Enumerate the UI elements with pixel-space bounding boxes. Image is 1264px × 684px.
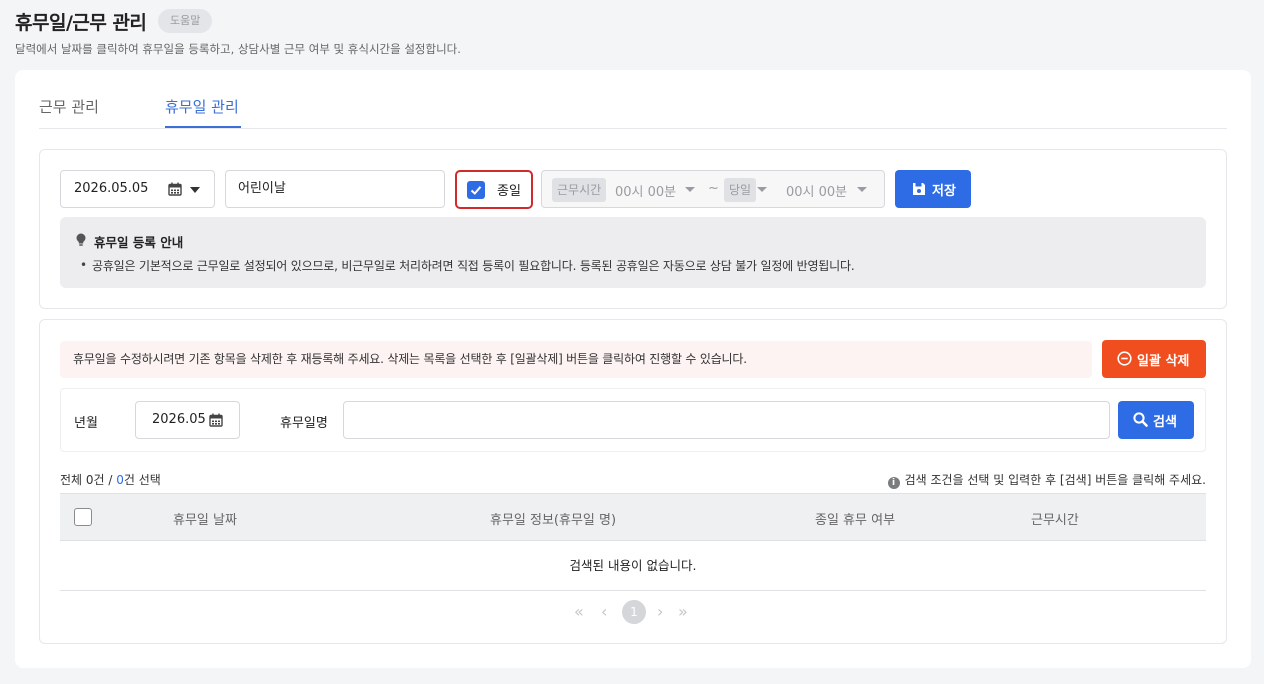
prev-page-icon[interactable]: ‹ xyxy=(601,602,607,621)
edit-notice: 휴무일을 수정하시려면 기존 항목을 삭제한 후 재등록해 주세요. 삭제는 목… xyxy=(60,341,1092,378)
bulk-delete-label: 일괄 삭제 xyxy=(1137,354,1190,369)
search-label: 검색 xyxy=(1153,415,1177,430)
select-all-checkbox[interactable] xyxy=(74,508,92,526)
page-description: 달력에서 날짜를 클릭하여 휴무일을 등록하고, 상담사별 근무 여부 및 휴식… xyxy=(15,42,461,56)
start-time-select[interactable]: 00시 00분 xyxy=(615,181,676,200)
tab-bar: 근무 관리 휴무일 관리 xyxy=(39,70,1227,129)
tab-holiday-management[interactable]: 휴무일 관리 xyxy=(165,96,239,117)
pagination: « ‹ 1 › » xyxy=(60,599,1206,625)
registration-guide: 휴무일 등록 안내 • 공휴일은 기본적으로 근무일로 설정되어 있으므로, 비… xyxy=(60,217,1206,288)
check-icon xyxy=(470,186,482,195)
holiday-registration-panel: 2026.05.05 어린이날 종일 근무시간 00시 00분 ~ 당일 00시… xyxy=(39,149,1227,309)
empty-result-row: 검색된 내용이 없습니다. xyxy=(60,541,1206,591)
month-picker[interactable]: 2026.05 xyxy=(135,401,240,439)
search-icon xyxy=(1133,412,1148,427)
total-count: 0 xyxy=(85,473,94,487)
allday-checkbox-group[interactable]: 종일 xyxy=(455,170,533,209)
column-holiday-info: 휴무일 정보(휴무일 명) xyxy=(490,513,617,528)
guide-title: 휴무일 등록 안내 xyxy=(94,235,184,250)
calendar-icon xyxy=(209,413,223,427)
work-time-range: 근무시간 00시 00분 ~ 당일 00시 00분 xyxy=(541,170,885,208)
search-hint: i 검색 조건을 선택 및 입력한 후 [검색] 버튼을 클릭해 주세요. xyxy=(887,471,1206,489)
month-label: 년월 xyxy=(74,416,98,431)
lightbulb-icon xyxy=(76,233,86,246)
column-holiday-date: 휴무일 날짜 xyxy=(173,513,237,528)
guide-text: 공휴일은 기본적으로 근무일로 설정되어 있으므로, 비근무일로 처리하려면 직… xyxy=(92,259,855,273)
column-work-time: 근무시간 xyxy=(1031,513,1079,528)
column-allday-status: 종일 휴무 여부 xyxy=(815,513,896,528)
save-label: 저장 xyxy=(932,184,956,199)
active-tab-indicator xyxy=(165,126,241,128)
search-filter-bar: 년월 2026.05 휴무일명 검색 xyxy=(60,388,1206,452)
tab-work-management[interactable]: 근무 관리 xyxy=(39,96,99,117)
table-header: 휴무일 날짜 휴무일 정보(휴무일 명) 종일 휴무 여부 근무시간 xyxy=(60,493,1206,541)
holiday-name-label: 휴무일명 xyxy=(280,416,328,431)
holiday-name-value: 어린이날 xyxy=(238,181,286,196)
chevron-down-icon xyxy=(757,187,767,192)
info-icon: i xyxy=(887,477,900,489)
bulk-delete-button[interactable]: 일괄 삭제 xyxy=(1102,340,1206,378)
search-hint-text: 검색 조건을 선택 및 입력한 후 [검색] 버튼을 클릭해 주세요. xyxy=(904,473,1206,487)
work-time-tag: 근무시간 xyxy=(552,178,607,202)
month-value: 2026.05 xyxy=(152,412,206,427)
allday-checkbox[interactable] xyxy=(467,181,485,199)
count-suffix: 건 선택 xyxy=(123,473,161,487)
minus-circle-icon xyxy=(1117,351,1132,366)
selected-count: 0 xyxy=(116,473,124,487)
allday-label: 종일 xyxy=(497,184,521,199)
chevron-down-icon xyxy=(685,187,695,192)
main-card: 근무 관리 휴무일 관리 2026.05.05 어린이날 종일 근무시간 00시… xyxy=(15,70,1251,668)
guide-bullet: • xyxy=(80,258,88,272)
day-select[interactable]: 당일 xyxy=(724,178,757,202)
holiday-list-panel: 휴무일을 수정하시려면 기존 항목을 삭제한 후 재등록해 주세요. 삭제는 목… xyxy=(39,319,1227,644)
chevron-down-icon xyxy=(857,187,867,192)
end-time-select[interactable]: 00시 00분 xyxy=(786,181,847,200)
count-prefix: 전체 xyxy=(60,473,86,487)
floppy-disk-icon xyxy=(913,183,925,195)
save-button[interactable]: 저장 xyxy=(895,170,971,208)
page-title: 휴무일/근무 관리 xyxy=(15,12,147,34)
search-button[interactable]: 검색 xyxy=(1118,401,1194,439)
holiday-name-field[interactable]: 어린이날 xyxy=(225,170,445,208)
chevron-down-icon xyxy=(190,187,200,193)
first-page-icon[interactable]: « xyxy=(574,602,584,621)
result-count: 전체 0건 / 0건 선택 xyxy=(60,471,161,488)
next-page-icon[interactable]: › xyxy=(657,602,663,621)
holiday-date-value: 2026.05.05 xyxy=(74,181,149,196)
time-range-separator: ~ xyxy=(708,181,719,196)
last-page-icon[interactable]: » xyxy=(678,602,688,621)
holiday-date-picker[interactable]: 2026.05.05 xyxy=(60,170,215,208)
count-mid: 건 / xyxy=(93,473,117,487)
calendar-icon xyxy=(168,182,182,196)
page-current[interactable]: 1 xyxy=(622,600,646,624)
holiday-name-search-input[interactable] xyxy=(343,401,1110,439)
help-button[interactable]: 도움말 xyxy=(158,9,213,33)
